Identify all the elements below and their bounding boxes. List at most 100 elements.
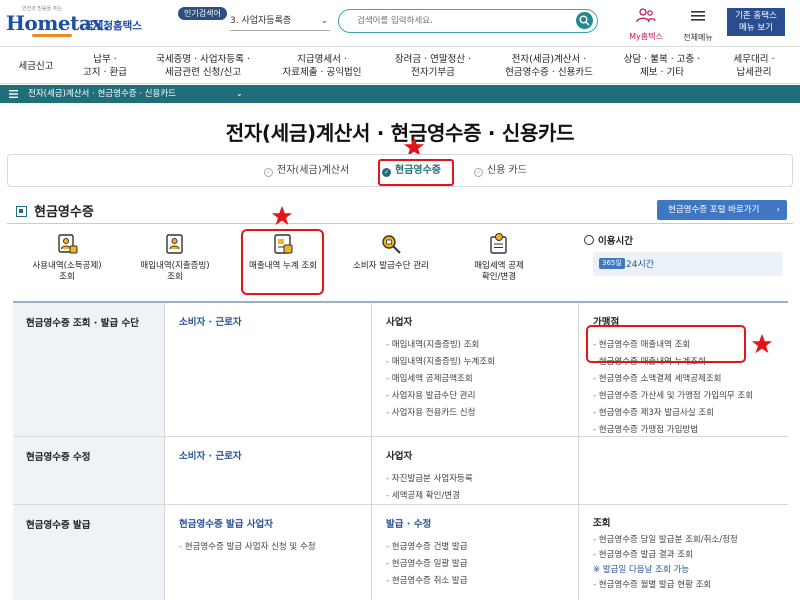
gnb-label: 장려금 · 연말정산 · [394, 54, 472, 65]
table-row: 현금영수증 발급 현금영수증 발급 사업자 현금영수증 발급 사업자 신청 및 … [13, 505, 788, 600]
gnb-label: 고지 · 환급 [82, 67, 128, 78]
old-hometax-line1: 기존 홈택스 [735, 11, 777, 21]
global-nav: 세금신고 납부 · 고지 · 환급 국세증명 · 사업자등록 · 세금관련 신청/신… [0, 46, 800, 84]
list-item[interactable]: 사업자용 전용카드 신청 [386, 405, 578, 422]
search-box [338, 9, 598, 33]
gnb-label: 제보 · 기타 [639, 67, 684, 78]
logo-swoosh [32, 34, 72, 37]
gnb-label: 납세관리 [736, 67, 772, 78]
gnb-item-consulting[interactable]: 상담 · 불복 · 고충 · 제보 · 기타 [612, 47, 712, 85]
quick-link-purchase-tax-deduction[interactable]: 매입세액 공제 확인/변경 [454, 232, 544, 292]
search-icon [579, 15, 590, 26]
tab-cash-receipt[interactable]: ✓ 현금영수증 [382, 163, 441, 179]
list-item[interactable]: 현금영수증 건별 발급 [386, 539, 578, 556]
quick-link-usage-history[interactable]: 사용내역(소득공제) 조회 [22, 232, 112, 292]
tab-label: 신용 카드 [487, 165, 527, 176]
table-col: 조회 현금영수증 당일 발급분 조회/취소/정정 현금영수증 발급 결과 조회 … [578, 505, 788, 600]
gnb-item-e-invoice[interactable]: 전자(세금)계산서 · 현금영수증 · 신용카드 [490, 47, 608, 85]
quick-link-label: 조회 [59, 272, 75, 282]
chevron-right-icon: › [776, 205, 780, 215]
old-hometax-menu-button[interactable]: 기존 홈택스 메뉴 보기 [727, 8, 785, 36]
portal-button-label: 현금영수증 포털 바로가기 [668, 205, 760, 215]
hamburger-icon [691, 11, 705, 21]
table-col: 소비자 · 근로자 [164, 303, 371, 436]
table-row: 현금영수증 조회 · 발급 수단 소비자 · 근로자 사업자 매입내역(지출증빙… [13, 303, 788, 437]
gnb-label: 세무대리 · [733, 54, 775, 65]
quick-link-label: 매입내역(지출증빙) [140, 261, 210, 271]
check-circle-icon: ✓ [382, 168, 391, 177]
tab-label: 전자(세금)계산서 [277, 165, 350, 176]
table-col: 소비자 · 근로자 [164, 437, 371, 504]
gnb-item-tax-agent[interactable]: 세무대리 · 납세관리 [716, 47, 792, 85]
gnb-item-tax-filing[interactable]: 세금신고 [6, 47, 66, 85]
gnb-label: 납부 · [93, 54, 117, 65]
service-table: 현금영수증 조회 · 발급 수단 소비자 · 근로자 사업자 매입내역(지출증빙… [13, 301, 788, 600]
col-title-consumer[interactable]: 소비자 · 근로자 [179, 314, 371, 328]
my-hometax-button[interactable]: My홈택스 [624, 8, 668, 41]
purchase-person-icon [166, 234, 183, 254]
365-badge: 365일 [599, 258, 625, 269]
note-text: ※ 발급일 다음날 조회 가능 [593, 565, 690, 575]
gnb-item-certificates[interactable]: 국세증명 · 사업자등록 · 세금관련 신청/신고 [143, 47, 263, 85]
all-menu-label: 전체메뉴 [683, 33, 713, 42]
usage-time-panel: 이용시간 365일 24시간 [584, 233, 792, 289]
quick-link-sales-cumulative[interactable]: 매출내역 누계 조회 [238, 232, 328, 292]
list-item[interactable]: 현금영수증 발급 사업자 신청 및 수정 [179, 539, 371, 556]
tab-label: 현금영수증 [395, 165, 441, 176]
usage-title: 이용시간 [584, 233, 792, 247]
gnb-item-incentives[interactable]: 장려금 · 연말정산 · 전자기부금 [380, 47, 486, 85]
table-col: 가맹점 현금영수증 매출내역 조회 현금영수증 매출내역 누계조회 현금영수증 … [578, 303, 788, 436]
popular-search-badge: 인기검색어 [178, 7, 227, 20]
list-item[interactable]: 사업자용 발급수단 관리 [386, 388, 578, 405]
col-title-business: 사업자 [386, 451, 413, 462]
list-item[interactable]: 현금영수증 가산세 및 가맹점 가입의무 조회 [593, 388, 788, 405]
hometax-logo[interactable]: 안전과 믿음을 주는 Hometax. 국세청홈택스 [4, 5, 144, 39]
list-item[interactable]: 현금영수증 매출내역 누계조회 [593, 354, 788, 371]
list-item[interactable]: 현금영수증 제3자 발급사실 조회 [593, 405, 788, 422]
gnb-label: 현금영수증 · 신용카드 [505, 67, 593, 78]
cash-receipt-portal-button[interactable]: 현금영수증 포털 바로가기 › [657, 200, 787, 220]
search-button[interactable] [576, 12, 593, 29]
tab-bar: ✓ 전자(세금)계산서 ✓ 현금영수증 ✓ 신용 카드 [7, 154, 793, 187]
all-menu-button[interactable]: 전체메뉴 [676, 8, 720, 42]
list-item[interactable]: 현금영수증 당일 발급분 조회/취소/정정 [593, 533, 788, 548]
section-title: 현금영수증 [16, 201, 94, 220]
tab-e-tax-invoice[interactable]: ✓ 전자(세금)계산서 [264, 163, 349, 179]
gnb-item-payment[interactable]: 납부 · 고지 · 환급 [70, 47, 140, 85]
gnb-label: 국세증명 · 사업자등록 · [156, 54, 250, 65]
list-item[interactable]: 현금영수증 월별 발급 현황 조회 [593, 578, 788, 593]
list-item[interactable]: 현금영수증 소액결제 세액공제조회 [593, 371, 788, 388]
list-item[interactable]: 현금영수증 매출내역 조회 [593, 337, 788, 354]
my-hometax-label: My홈택스 [629, 32, 663, 41]
list-item[interactable]: 매입세액 공제금액조회 [386, 371, 578, 388]
section-title-text: 현금영수증 [34, 205, 94, 220]
list-item[interactable]: 현금영수증 일괄 발급 [386, 556, 578, 573]
gnb-item-payment-statements[interactable]: 지급명세서 · 자료제출 · 공익법인 [268, 47, 376, 85]
usage-title-text: 이용시간 [598, 236, 633, 247]
col-title-issue-modify[interactable]: 발급 · 수정 [386, 516, 578, 530]
tab-credit-card[interactable]: ✓ 신용 카드 [474, 163, 527, 179]
receipt-person-icon [58, 234, 78, 254]
list-item[interactable]: 현금영수증 취소 발급 [386, 573, 578, 590]
search-input[interactable] [357, 14, 557, 28]
list-item[interactable]: 세액공제 확인/변경 [386, 488, 578, 505]
list-item[interactable]: 매입내역(지출증빙) 조회 [386, 337, 578, 354]
breadcrumb-bar[interactable]: 전자(세금)계산서 · 현금영수증 · 신용카드 ⌄ [0, 85, 800, 103]
col-title-issuer[interactable]: 현금영수증 발급 사업자 [179, 516, 371, 530]
quick-link-consumer-issuance[interactable]: 소비자 발급수단 관리 [346, 232, 436, 292]
popular-search-select[interactable]: 3. 사업자등록증 ⌄ [230, 11, 330, 31]
col-title-business: 사업자 [386, 317, 413, 328]
list-item[interactable]: 매입내역(지출증빙) 누계조회 [386, 354, 578, 371]
section-divider [7, 223, 793, 224]
list-item[interactable]: 현금영수증 발급 결과 조회 [593, 548, 788, 563]
site-header: 안전과 믿음을 주는 Hometax. 국세청홈택스 인기검색어 3. 사업자등… [0, 0, 800, 44]
row-header: 현금영수증 수정 [13, 437, 164, 504]
breadcrumb: 전자(세금)계산서 · 현금영수증 · 신용카드 [28, 89, 176, 99]
col-title-consumer[interactable]: 소비자 · 근로자 [179, 448, 371, 462]
quick-link-purchase-history[interactable]: 매입내역(지출증빙) 조회 [130, 232, 220, 292]
gnb-label: 세금관련 신청/신고 [164, 67, 242, 78]
usage-box: 365일 24시간 [593, 252, 783, 276]
list-item[interactable]: 자진발급분 사업자등록 [386, 471, 578, 488]
magnifier-icon [382, 235, 401, 254]
gnb-label: 전자(세금)계산서 · [511, 54, 587, 65]
